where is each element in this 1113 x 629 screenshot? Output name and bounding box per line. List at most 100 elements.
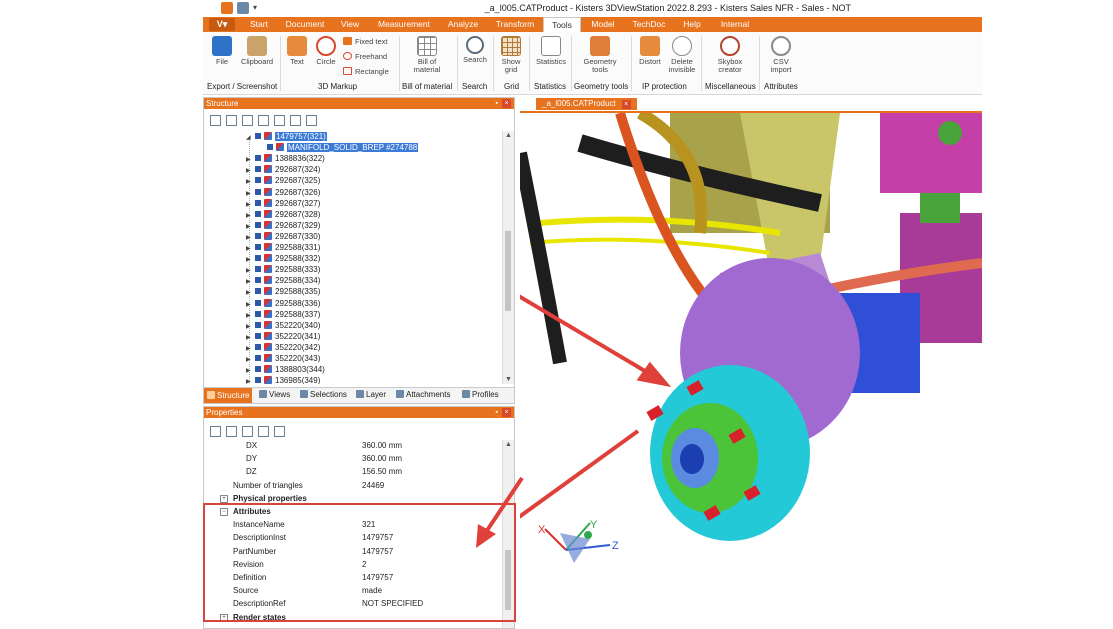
close-icon[interactable]: × [621, 100, 631, 109]
property-row[interactable]: DY 360.00 mm [204, 452, 500, 465]
visibility-checkbox[interactable] [255, 133, 261, 139]
filter-icon[interactable] [274, 426, 285, 437]
delete-invisible-button[interactable]: Delete invisible [665, 36, 699, 74]
visibility-checkbox[interactable] [255, 355, 261, 361]
distort-button[interactable]: Distort [635, 36, 665, 66]
tree-scrollbar[interactable]: ▲ ▼ [502, 131, 514, 384]
export-icon[interactable] [258, 426, 269, 437]
tree-row[interactable]: ▶ 292687(327) [246, 198, 320, 209]
bill-of-material-button[interactable]: Bill of material [407, 36, 447, 74]
tree-row[interactable]: ▶ 292687(326) [246, 187, 320, 198]
tree-row[interactable]: ▶ 292588(335) [246, 286, 320, 297]
tree-row[interactable]: ▶ 292588(331) [246, 242, 320, 253]
tab-transform[interactable]: Transform [491, 17, 539, 32]
tab-attachments[interactable]: Attachments [396, 390, 450, 399]
tree-row[interactable]: ▶ 136985(349) [246, 375, 320, 384]
csv-import-button[interactable]: CSV import [765, 36, 797, 74]
scroll-down-icon[interactable]: ▼ [505, 376, 512, 383]
tab-document[interactable]: Document [281, 17, 329, 32]
tab-view[interactable]: View [335, 17, 365, 32]
visibility-checkbox[interactable] [255, 266, 261, 273]
property-row[interactable]: DZ 156.50 mm [204, 465, 500, 478]
3d-viewport[interactable]: X Y Z [520, 113, 982, 627]
tree-row[interactable]: ▶ 292687(329) [246, 220, 320, 231]
visibility-checkbox[interactable] [255, 288, 261, 295]
settings-icon[interactable] [306, 115, 317, 126]
visibility-checkbox[interactable] [255, 377, 261, 384]
tree-row[interactable]: ▶ 352220(341) [246, 331, 320, 342]
visibility-checkbox[interactable] [255, 366, 261, 373]
skybox-creator-button[interactable]: Skybox creator [711, 36, 749, 74]
tree-row[interactable]: MANIFOLD_SOLID_BREP #274788 [258, 142, 419, 153]
tree-row[interactable]: ▶ 292588(333) [246, 264, 320, 275]
tree-row[interactable]: ▶ 1388836(322) [246, 153, 325, 164]
statistics-button[interactable]: Statistics [533, 36, 569, 66]
expand-section-icon[interactable]: + [220, 494, 228, 503]
property-row[interactable]: Number of triangles 24469 [204, 479, 500, 492]
expand-arrow-icon[interactable]: ▶ [246, 377, 252, 384]
tree-row[interactable]: ▶ 292687(328) [246, 209, 320, 220]
save-icon[interactable] [237, 2, 249, 14]
tree-row[interactable]: ▶ 292687(325) [246, 175, 320, 186]
tab-selections[interactable]: Selections [300, 390, 347, 399]
tree-row[interactable]: ▶ 292687(324) [246, 164, 320, 175]
visibility-checkbox[interactable] [255, 155, 261, 162]
tab-analyze[interactable]: Analyze [443, 17, 483, 32]
copy-icon[interactable] [242, 426, 253, 437]
expand-all-icon[interactable] [210, 115, 221, 126]
tree-row[interactable]: ▶ 292588(337) [246, 309, 320, 320]
search-button[interactable]: Search [461, 36, 489, 64]
tab-profiles[interactable]: Profiles [462, 390, 499, 399]
visibility-checkbox[interactable] [267, 144, 273, 151]
tree-row[interactable]: ▶ 352220(343) [246, 353, 320, 364]
scroll-up-icon[interactable]: ▲ [505, 132, 512, 139]
file-button[interactable]: File [209, 36, 235, 66]
tab-tools[interactable]: Tools [543, 17, 581, 33]
clipboard-button[interactable]: Clipboard [237, 36, 277, 66]
visibility-checkbox[interactable] [255, 255, 261, 262]
scrollbar-thumb[interactable] [505, 231, 511, 311]
expand-icon[interactable] [242, 115, 253, 126]
freehand-button[interactable]: Freehand [343, 52, 387, 61]
rectangle-button[interactable]: Rectangle [343, 67, 389, 76]
visibility-checkbox[interactable] [255, 310, 261, 317]
tree-row[interactable]: ◢ 1479757(321) [246, 131, 327, 142]
tree-row[interactable]: ▶ 292588(332) [246, 253, 320, 264]
visibility-checkbox[interactable] [255, 321, 261, 328]
pin-icon[interactable]: ▪ [496, 98, 498, 109]
tab-help[interactable]: Help [677, 17, 707, 32]
tab-views[interactable]: Views [259, 390, 290, 399]
text-button[interactable]: Text [285, 36, 309, 66]
visibility-checkbox[interactable] [255, 332, 261, 339]
visibility-checkbox[interactable] [255, 244, 261, 250]
app-menu-button[interactable]: V▾ [209, 18, 235, 31]
tree-row[interactable]: ▶ 352220(342) [246, 342, 320, 353]
filter-icon[interactable] [290, 115, 301, 126]
visibility-checkbox[interactable] [255, 232, 261, 239]
collapse-all-icon[interactable] [226, 115, 237, 126]
visibility-checkbox[interactable] [255, 277, 261, 284]
tab-model[interactable]: Model [585, 17, 621, 32]
visibility-checkbox[interactable] [255, 221, 261, 228]
open-icon[interactable] [221, 2, 233, 14]
property-row[interactable]: DX 360.00 mm [204, 439, 500, 452]
tab-structure[interactable]: Structure [204, 388, 253, 403]
show-grid-button[interactable]: Show grid [497, 36, 525, 74]
tab-start[interactable]: Start [241, 17, 277, 32]
tree-row[interactable]: ▶ 1388803(344) [246, 364, 325, 375]
collapse-all-icon[interactable] [226, 426, 237, 437]
tab-techdoc[interactable]: TechDoc [629, 17, 669, 32]
visibility-checkbox[interactable] [255, 299, 261, 306]
circle-button[interactable]: Circle [313, 36, 339, 66]
collapse-icon[interactable] [258, 115, 269, 126]
visibility-checkbox[interactable] [255, 199, 261, 206]
expand-level-icon[interactable] [274, 115, 285, 126]
fixed-text-button[interactable]: Fixed text [343, 37, 388, 46]
close-icon[interactable]: × [502, 99, 511, 108]
expand-all-icon[interactable] [210, 426, 221, 437]
document-tab[interactable]: _a_l005.CATProduct × [536, 98, 637, 110]
qat-dropdown-icon[interactable]: ▾ [253, 2, 259, 14]
tab-measurement[interactable]: Measurement [373, 17, 435, 32]
geometry-tools-button[interactable]: Geometry tools [575, 36, 625, 74]
tab-layer[interactable]: Layer [356, 390, 386, 399]
